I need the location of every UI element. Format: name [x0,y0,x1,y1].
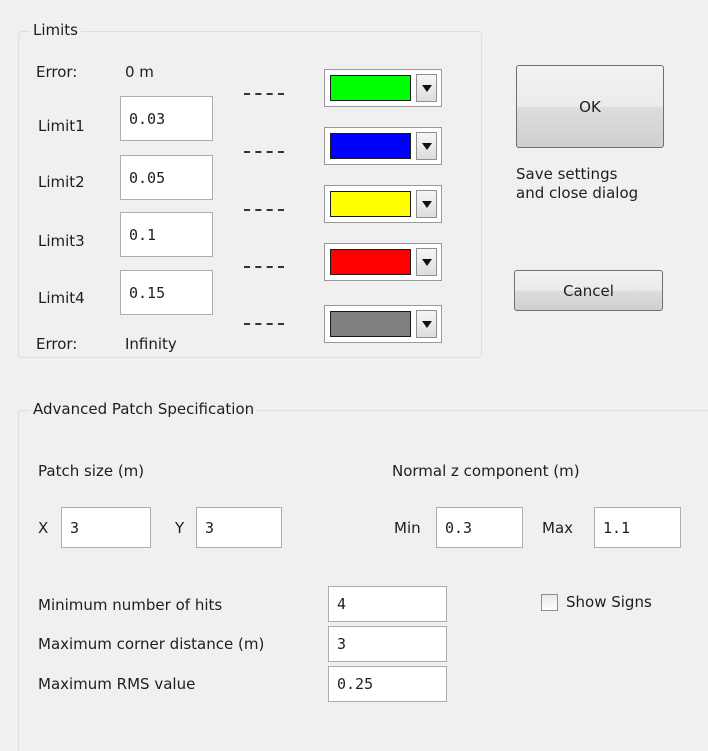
limit4-label: Limit4 [38,289,85,307]
settings-dialog: { "limits": { "title": "Limits", "error_… [0,0,708,751]
color-dropdown-button[interactable] [416,248,437,276]
color-swatch [330,133,411,159]
color-swatch [330,75,411,101]
advanced-group-title: Advanced Patch Specification [30,400,258,418]
ok-button[interactable]: OK [516,65,664,148]
cancel-button[interactable]: Cancel [514,270,663,311]
limit-separator-line [244,209,284,211]
limit-separator-line [244,266,284,268]
min-hits-label: Minimum number of hits [38,596,223,614]
error-bottom-label: Error: [36,335,78,353]
color-picker-gray[interactable] [324,305,442,343]
color-dropdown-button[interactable] [416,310,437,338]
color-dropdown-button[interactable] [416,132,437,160]
chevron-down-icon [421,200,432,208]
chevron-down-icon [421,320,432,328]
color-picker-yellow[interactable] [324,185,442,223]
limit-separator-line [244,323,284,325]
limit2-label: Limit2 [38,173,85,191]
min-label: Min [394,519,421,537]
ok-button-label: OK [579,97,601,116]
normal-z-label: Normal z component (m) [392,462,580,480]
max-corner-input[interactable] [328,626,447,662]
max-label: Max [542,519,574,537]
patch-y-input[interactable] [196,507,282,548]
limit1-label: Limit1 [38,117,85,135]
color-swatch [330,311,411,337]
normal-max-input[interactable] [594,507,681,548]
show-signs-label: Show Signs [566,593,652,611]
limit4-input[interactable] [120,270,213,315]
limits-group-title: Limits [30,21,81,39]
chevron-down-icon [421,142,432,150]
max-rms-input[interactable] [328,666,447,702]
error-bottom-value: Infinity [125,335,177,353]
limit1-input[interactable] [120,96,213,141]
limit3-label: Limit3 [38,232,85,250]
color-dropdown-button[interactable] [416,190,437,218]
color-picker-blue[interactable] [324,127,442,165]
min-hits-input[interactable] [328,586,447,622]
max-rms-label: Maximum RMS value [38,675,196,693]
y-label: Y [175,519,185,537]
patch-x-input[interactable] [61,507,151,548]
limit-separator-line [244,151,284,153]
max-corner-label: Maximum corner distance (m) [38,635,265,653]
error-top-label: Error: [36,63,78,81]
ok-description-line1: Save settings [516,165,618,183]
color-picker-red[interactable] [324,243,442,281]
color-dropdown-button[interactable] [416,74,437,102]
cancel-button-label: Cancel [563,281,614,300]
normal-min-input[interactable] [436,507,523,548]
ok-description-line2: and close dialog [516,184,639,202]
color-swatch [330,249,411,275]
patch-size-label: Patch size (m) [38,462,145,480]
limit2-input[interactable] [120,155,213,200]
error-top-value: 0 m [125,63,154,81]
limit-separator-line [244,93,284,95]
color-picker-green[interactable] [324,69,442,107]
limit3-input[interactable] [120,212,213,257]
chevron-down-icon [421,258,432,266]
chevron-down-icon [421,84,432,92]
color-swatch [330,191,411,217]
show-signs-checkbox[interactable] [541,594,558,611]
x-label: X [38,519,49,537]
